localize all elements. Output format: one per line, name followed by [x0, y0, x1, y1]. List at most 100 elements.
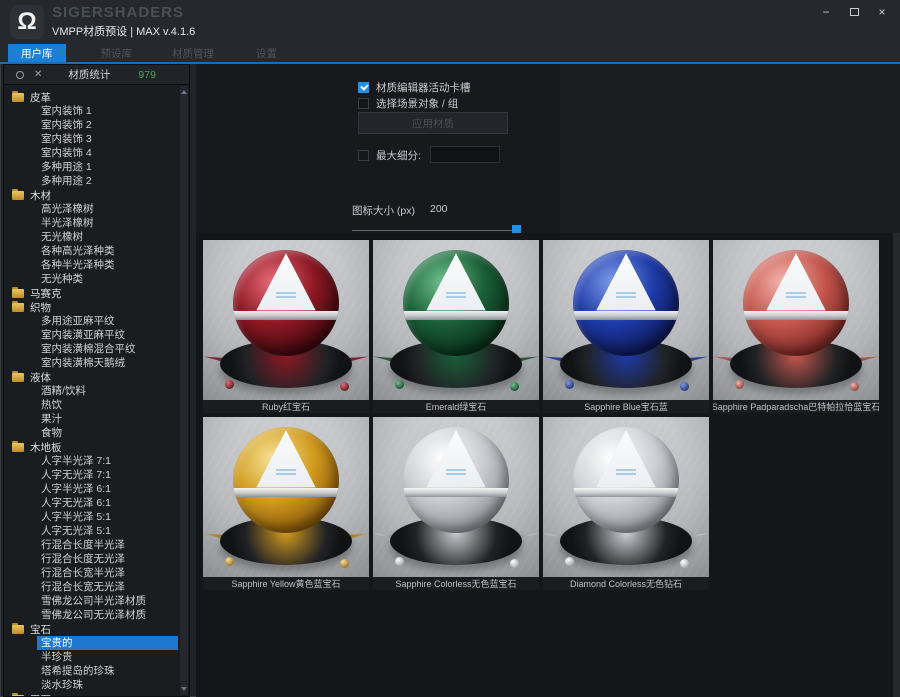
- tree-item[interactable]: 室内装饰 3: [4, 132, 180, 146]
- tree-folder[interactable]: 木材: [4, 188, 180, 202]
- tree-item[interactable]: 行混合长度无光泽: [4, 552, 180, 566]
- tree-item[interactable]: 食物: [4, 426, 180, 440]
- scene-select-label: 选择场景对象 / 组: [376, 96, 458, 111]
- tree-item[interactable]: 人字无光泽 5:1: [4, 524, 180, 538]
- checkbox-row-max-subdiv[interactable]: 最大细分:: [358, 148, 421, 163]
- shaderball-cap: [233, 250, 339, 356]
- tree-folder-label: 液体: [30, 370, 51, 385]
- tree-folder[interactable]: 宝石: [4, 622, 180, 636]
- gem-dot-left: [565, 557, 574, 566]
- tree-item[interactable]: 果汁: [4, 412, 180, 426]
- app-window: Ω SIGERSHADERS VMPP材质预设 | MAX v.4.1.6 − …: [0, 0, 900, 697]
- shaderball-sphere: [233, 427, 339, 533]
- gem-dot-right: [340, 382, 349, 391]
- tree-item[interactable]: 室内装潢棉混合平纹: [4, 342, 180, 356]
- active-slot-checkbox[interactable]: [358, 82, 369, 93]
- tree-item[interactable]: 多用途亚麻平纹: [4, 314, 180, 328]
- tree-item[interactable]: 无光种类: [4, 272, 180, 286]
- shaderball-cap: [743, 250, 849, 356]
- tree-item[interactable]: 淡水珍珠: [4, 678, 180, 692]
- tree-item[interactable]: 人字半光泽 5:1: [4, 510, 180, 524]
- tree-item[interactable]: 热饮: [4, 398, 180, 412]
- tree-item[interactable]: 宝贵的: [37, 636, 178, 650]
- shaderball-logo-icon: [446, 469, 466, 477]
- tab-material-manager[interactable]: 材质管理: [159, 44, 227, 62]
- tree-item[interactable]: 人字半光泽 6:1: [4, 482, 180, 496]
- tree-item[interactable]: 室内装饰 2: [4, 118, 180, 132]
- shaderball-logo-icon: [786, 292, 806, 300]
- material-card[interactable]: Ruby红宝石: [203, 240, 369, 413]
- sidebar-header: ✕ 材质统计 979: [4, 65, 189, 85]
- tree-item[interactable]: 多种用途 2: [4, 174, 180, 188]
- icon-size-slider[interactable]: [352, 230, 520, 231]
- tree-item[interactable]: 室内装饰 1: [4, 104, 180, 118]
- tree-folder[interactable]: 液体: [4, 370, 180, 384]
- tree-item[interactable]: 半光泽橡树: [4, 216, 180, 230]
- tree-item[interactable]: 人字半光泽 7:1: [4, 454, 180, 468]
- tree-item[interactable]: 行混合长度半光泽: [4, 538, 180, 552]
- material-name: Diamond Colorless无色钻石: [543, 577, 709, 590]
- tree-item[interactable]: 酒精/饮料: [4, 384, 180, 398]
- shaderball-sphere: [403, 427, 509, 533]
- scene-select-checkbox[interactable]: [358, 98, 369, 109]
- tree-item[interactable]: 各种半光泽种类: [4, 258, 180, 272]
- sidebar-scrollbar[interactable]: [180, 86, 188, 695]
- checkbox-row-active-slot[interactable]: 材质编辑器活动卡槽: [358, 80, 471, 95]
- tree-item[interactable]: 无光橡树: [4, 230, 180, 244]
- tab-preset-library[interactable]: 预设库: [88, 44, 146, 62]
- tree-item[interactable]: 各种高光泽种类: [4, 244, 180, 258]
- material-card[interactable]: Sapphire Yellow黄色蓝宝石: [203, 417, 369, 590]
- scroll-down-icon[interactable]: [181, 687, 187, 691]
- tree-item[interactable]: 雪佛龙公司无光泽材质: [4, 608, 180, 622]
- shaderball-logo-icon: [446, 292, 466, 300]
- tree-folder[interactable]: 皮革: [4, 90, 180, 104]
- panel-right-area: [560, 64, 900, 233]
- tree-item[interactable]: 行混合长宽无光泽: [4, 580, 180, 594]
- tree-folder[interactable]: 织物: [4, 300, 180, 314]
- tree-item[interactable]: 半珍贵: [4, 650, 180, 664]
- scroll-up-icon[interactable]: [181, 90, 187, 94]
- folder-icon: [12, 93, 24, 102]
- tab-user-library[interactable]: 用户库: [8, 44, 66, 62]
- clear-icon[interactable]: ✕: [34, 69, 42, 80]
- material-card[interactable]: Sapphire Padparadscha巴特帕拉恰蓝宝石: [713, 240, 879, 413]
- shaderball-logo-icon: [276, 469, 296, 477]
- max-subdiv-checkbox[interactable]: [358, 150, 369, 161]
- gem-dot-right: [510, 559, 519, 568]
- icon-size-label: 图标大小 (px): [352, 203, 415, 218]
- title-bar: Ω SIGERSHADERS VMPP材质预设 | MAX v.4.1.6 − …: [0, 0, 900, 44]
- tree-item[interactable]: 塔希提岛的珍珠: [4, 664, 180, 678]
- material-preview: [543, 417, 709, 577]
- tree-folder[interactable]: 马赛克: [4, 286, 180, 300]
- folder-icon: [12, 191, 24, 200]
- max-subdiv-input[interactable]: [430, 146, 500, 163]
- material-card[interactable]: Diamond Colorless无色钻石: [543, 417, 709, 590]
- gem-dot-right: [680, 559, 689, 568]
- apply-material-button[interactable]: 应用材质: [358, 112, 508, 134]
- tree-item[interactable]: 室内装饰 4: [4, 146, 180, 160]
- tree-item[interactable]: 雪佛龙公司半光泽材质: [4, 594, 180, 608]
- tree-item[interactable]: 行混合长宽半光泽: [4, 566, 180, 580]
- brand-title: SIGERSHADERS: [52, 4, 184, 21]
- close-button[interactable]: ×: [870, 2, 894, 22]
- tree-folder-label: 木材: [30, 188, 51, 203]
- material-card[interactable]: Emerald绿宝石: [373, 240, 539, 413]
- tree-item[interactable]: 人字无光泽 6:1: [4, 496, 180, 510]
- tree-folder[interactable]: 木地板: [4, 440, 180, 454]
- tree-item[interactable]: 室内装潢棉天鹅绒: [4, 356, 180, 370]
- tree-item[interactable]: 室内装潢亚麻平纹: [4, 328, 180, 342]
- material-card[interactable]: Sapphire Blue宝石蓝: [543, 240, 709, 413]
- checkbox-row-scene-select[interactable]: 选择场景对象 / 组: [358, 96, 458, 111]
- refresh-icon[interactable]: [16, 71, 24, 79]
- gem-dot-left: [225, 380, 234, 389]
- minimize-button[interactable]: −: [814, 2, 838, 22]
- tree-folder[interactable]: 玉石: [4, 692, 180, 696]
- material-card[interactable]: Sapphire Colorless无色蓝宝石: [373, 417, 539, 590]
- tab-settings[interactable]: 设置: [243, 44, 290, 62]
- browser-scrollbar[interactable]: [893, 233, 900, 697]
- tree-item[interactable]: 多种用途 1: [4, 160, 180, 174]
- tree-item[interactable]: 高光泽橡树: [4, 202, 180, 216]
- gem-dot-right: [510, 382, 519, 391]
- tree-item[interactable]: 人字无光泽 7:1: [4, 468, 180, 482]
- maximize-button[interactable]: [842, 2, 866, 22]
